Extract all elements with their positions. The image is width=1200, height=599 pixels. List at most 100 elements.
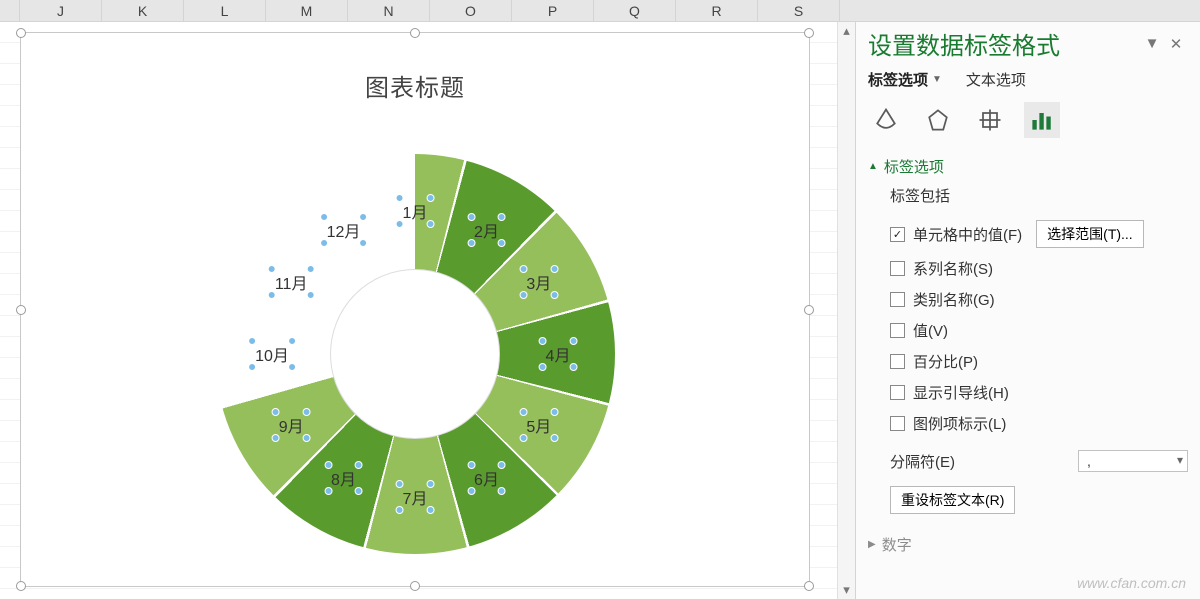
worksheet-area[interactable]: 图表标题 1月2月3月4月5月6月7月8月9月10月11月12月 bbox=[0, 22, 837, 599]
select-range-button[interactable]: 选择范围(T)... bbox=[1036, 220, 1144, 248]
label-selection-handle[interactable] bbox=[303, 408, 311, 416]
resize-handle-middle-left[interactable] bbox=[16, 305, 26, 315]
label-selection-handle[interactable] bbox=[498, 239, 506, 247]
label-selection-handle[interactable] bbox=[467, 461, 475, 469]
label-selection-handle[interactable] bbox=[359, 213, 367, 221]
column-header[interactable] bbox=[0, 0, 20, 21]
label-selection-handle[interactable] bbox=[324, 461, 332, 469]
pane-close-icon[interactable]: ✕ bbox=[1164, 35, 1188, 53]
label-selection-handle[interactable] bbox=[306, 291, 314, 299]
data-label[interactable]: 12月 bbox=[319, 217, 369, 243]
column-header[interactable]: M bbox=[266, 0, 348, 21]
label-selection-handle[interactable] bbox=[519, 434, 527, 442]
checkbox-value-from-cells[interactable]: 单元格中的值(F) bbox=[890, 224, 1022, 245]
label-selection-handle[interactable] bbox=[359, 239, 367, 247]
chart-object[interactable]: 图表标题 1月2月3月4月5月6月7月8月9月10月11月12月 bbox=[20, 32, 810, 587]
resize-handle-top-right[interactable] bbox=[804, 28, 814, 38]
label-selection-handle[interactable] bbox=[396, 480, 404, 488]
label-selection-handle[interactable] bbox=[426, 220, 434, 228]
data-label[interactable]: 5月 bbox=[518, 412, 559, 438]
label-selection-handle[interactable] bbox=[355, 461, 363, 469]
column-header[interactable]: N bbox=[348, 0, 430, 21]
data-label[interactable]: 9月 bbox=[271, 412, 312, 438]
column-header[interactable]: P bbox=[512, 0, 594, 21]
label-selection-handle[interactable] bbox=[498, 461, 506, 469]
label-selection-handle[interactable] bbox=[498, 487, 506, 495]
checkbox-category-name[interactable]: 类别名称(G) bbox=[890, 289, 1188, 310]
reset-label-text-button[interactable]: 重设标签文本(R) bbox=[890, 486, 1015, 514]
checkbox-percentage[interactable]: 百分比(P) bbox=[890, 351, 1188, 372]
vertical-scrollbar[interactable]: ▴ ▾ bbox=[837, 22, 855, 599]
effects-icon[interactable] bbox=[920, 102, 956, 138]
label-selection-handle[interactable] bbox=[248, 363, 256, 371]
label-selection-handle[interactable] bbox=[396, 506, 404, 514]
size-properties-icon[interactable] bbox=[972, 102, 1008, 138]
label-selection-handle[interactable] bbox=[539, 363, 547, 371]
column-header[interactable]: K bbox=[102, 0, 184, 21]
label-selection-handle[interactable] bbox=[467, 487, 475, 495]
column-header[interactable]: Q bbox=[594, 0, 676, 21]
data-label[interactable]: 10月 bbox=[247, 341, 297, 367]
label-selection-handle[interactable] bbox=[324, 487, 332, 495]
label-selection-handle[interactable] bbox=[288, 337, 296, 345]
label-selection-handle[interactable] bbox=[303, 434, 311, 442]
label-selection-handle[interactable] bbox=[550, 408, 558, 416]
label-selection-handle[interactable] bbox=[550, 265, 558, 273]
column-header[interactable]: J bbox=[20, 0, 102, 21]
label-selection-handle[interactable] bbox=[426, 480, 434, 488]
resize-handle-top-left[interactable] bbox=[16, 28, 26, 38]
column-header[interactable]: O bbox=[430, 0, 512, 21]
label-selection-handle[interactable] bbox=[467, 213, 475, 221]
label-selection-handle[interactable] bbox=[272, 408, 280, 416]
label-selection-handle[interactable] bbox=[306, 265, 314, 273]
label-selection-handle[interactable] bbox=[569, 363, 577, 371]
column-header[interactable]: R bbox=[676, 0, 758, 21]
label-selection-handle[interactable] bbox=[268, 291, 276, 299]
checkbox-series-name[interactable]: 系列名称(S) bbox=[890, 258, 1188, 279]
label-selection-handle[interactable] bbox=[550, 434, 558, 442]
checkbox-show-leaders[interactable]: 显示引导线(H) bbox=[890, 382, 1188, 403]
label-selection-handle[interactable] bbox=[396, 194, 404, 202]
data-label[interactable]: 3月 bbox=[518, 269, 559, 295]
resize-handle-bottom-right[interactable] bbox=[804, 581, 814, 591]
resize-handle-bottom-left[interactable] bbox=[16, 581, 26, 591]
fill-line-icon[interactable] bbox=[868, 102, 904, 138]
resize-handle-top-middle[interactable] bbox=[410, 28, 420, 38]
data-label[interactable]: 4月 bbox=[538, 341, 579, 367]
label-selection-handle[interactable] bbox=[248, 337, 256, 345]
label-selection-handle[interactable] bbox=[539, 337, 547, 345]
label-selection-handle[interactable] bbox=[272, 434, 280, 442]
label-selection-handle[interactable] bbox=[320, 239, 328, 247]
label-selection-handle[interactable] bbox=[519, 265, 527, 273]
label-selection-handle[interactable] bbox=[268, 265, 276, 273]
label-selection-handle[interactable] bbox=[426, 506, 434, 514]
label-selection-handle[interactable] bbox=[550, 291, 558, 299]
data-label[interactable]: 8月 bbox=[323, 465, 364, 491]
label-selection-handle[interactable] bbox=[426, 194, 434, 202]
data-label[interactable]: 11月 bbox=[267, 269, 316, 295]
data-label[interactable]: 6月 bbox=[466, 465, 507, 491]
label-selection-handle[interactable] bbox=[498, 213, 506, 221]
label-selection-handle[interactable] bbox=[467, 239, 475, 247]
column-header[interactable]: L bbox=[184, 0, 266, 21]
label-selection-handle[interactable] bbox=[519, 291, 527, 299]
label-selection-handle[interactable] bbox=[396, 220, 404, 228]
checkbox-value[interactable]: 值(V) bbox=[890, 320, 1188, 341]
data-label[interactable]: 7月 bbox=[395, 484, 436, 510]
separator-select[interactable]: , bbox=[1078, 450, 1188, 472]
label-selection-handle[interactable] bbox=[355, 487, 363, 495]
label-selection-handle[interactable] bbox=[519, 408, 527, 416]
resize-handle-middle-right[interactable] bbox=[804, 305, 814, 315]
checkbox-legend-key[interactable]: 图例项标示(L) bbox=[890, 413, 1188, 434]
tab-text-options[interactable]: 文本选项 bbox=[966, 69, 1026, 90]
column-header[interactable]: S bbox=[758, 0, 840, 21]
data-label[interactable]: 2月 bbox=[466, 217, 507, 243]
pane-dropdown-icon[interactable]: ▼ bbox=[1140, 35, 1164, 52]
label-options-icon[interactable] bbox=[1024, 102, 1060, 138]
resize-handle-bottom-middle[interactable] bbox=[410, 581, 420, 591]
chart-title[interactable]: 图表标题 bbox=[21, 68, 809, 103]
label-selection-handle[interactable] bbox=[288, 363, 296, 371]
scroll-up-arrow[interactable]: ▴ bbox=[838, 22, 855, 40]
donut-chart[interactable]: 1月2月3月4月5月6月7月8月9月10月11月12月 bbox=[215, 154, 615, 554]
section-number[interactable]: ▶ 数字 bbox=[856, 520, 1200, 561]
